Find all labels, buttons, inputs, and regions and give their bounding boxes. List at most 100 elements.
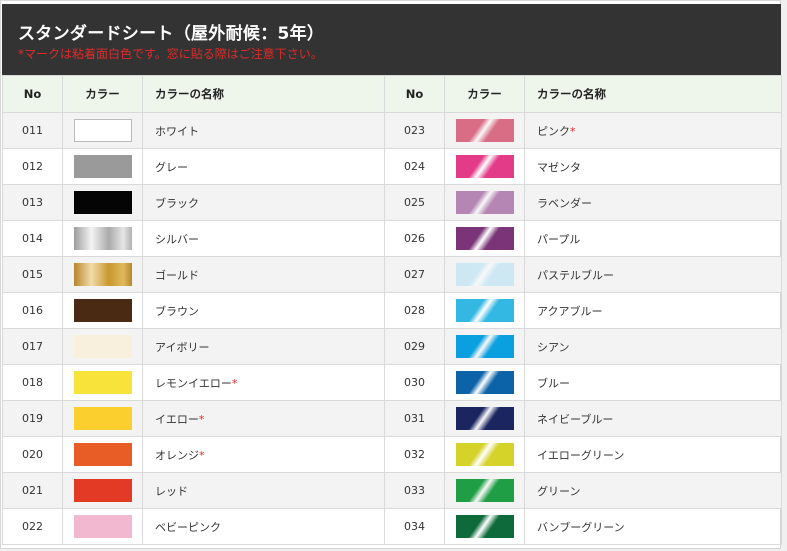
color-swatch-cell xyxy=(444,292,525,329)
color-name: バンブーグリーン xyxy=(537,520,625,534)
color-swatch-cell xyxy=(444,184,525,221)
color-swatch-cell xyxy=(444,364,525,401)
color-number: 019 xyxy=(2,400,63,437)
table-row: 013 ブラック 025 ラベンダー xyxy=(2,184,782,221)
color-name-cell: シルバー xyxy=(142,220,385,257)
color-name: マゼンタ xyxy=(537,160,581,174)
color-number: 030 xyxy=(384,364,445,401)
color-name: ブラック xyxy=(155,196,199,210)
color-table: No カラー カラーの名称 No カラー カラーの名称 011 ホワイト 023 ピン… xyxy=(2,75,782,545)
color-number: 018 xyxy=(2,364,63,401)
color-name-cell: ラベンダー xyxy=(524,184,782,221)
color-number: 020 xyxy=(2,436,63,473)
color-swatch xyxy=(73,515,132,538)
color-name-cell: パステルブルー xyxy=(524,256,782,293)
color-swatch-cell xyxy=(62,400,143,437)
color-name-cell: レモンイエロー* xyxy=(142,364,385,401)
header-color-left: カラー xyxy=(62,75,143,113)
white-adhesive-mark: * xyxy=(198,412,205,426)
color-name-cell: マゼンタ xyxy=(524,148,782,185)
color-name-cell: ベビーピンク xyxy=(142,508,385,545)
table-row: 011 ホワイト 023 ピンク* xyxy=(2,112,782,149)
color-name: ベビーピンク xyxy=(155,520,221,534)
adhesive-note: *マークは粘着面白色です。窓に貼る際はご注意下さい。 xyxy=(18,47,323,61)
color-swatch xyxy=(73,407,132,430)
color-swatch-cell xyxy=(444,256,525,293)
table-row: 021 レッド 033 グリーン xyxy=(2,472,782,509)
color-number: 016 xyxy=(2,292,63,329)
color-swatch xyxy=(455,191,514,214)
color-name: ホワイト xyxy=(155,124,199,138)
color-name: レモンイエロー xyxy=(155,376,232,390)
color-number: 025 xyxy=(384,184,445,221)
color-name: イエロー xyxy=(155,412,199,426)
color-swatch-cell xyxy=(62,184,143,221)
header-bar: スタンダードシート（屋外耐候：5年） *マークは粘着面白色です。窓に貼る際はご注… xyxy=(2,4,781,75)
color-name-cell: ブラック xyxy=(142,184,385,221)
color-swatch xyxy=(73,119,132,142)
color-swatch-cell xyxy=(62,328,143,365)
color-number: 024 xyxy=(384,148,445,185)
color-name-cell: ネイビーブルー xyxy=(524,400,782,437)
color-number: 013 xyxy=(2,184,63,221)
color-name: アイボリー xyxy=(155,340,210,354)
color-name-cell: パープル xyxy=(524,220,782,257)
color-swatch xyxy=(455,335,514,358)
color-swatch-cell xyxy=(444,400,525,437)
color-name-cell: バンブーグリーン xyxy=(524,508,782,545)
color-number: 022 xyxy=(2,508,63,545)
color-number: 029 xyxy=(384,328,445,365)
color-number: 028 xyxy=(384,292,445,329)
table-row: 018 レモンイエロー* 030 ブルー xyxy=(2,364,782,401)
table-row: 016 ブラウン 028 アクアブルー xyxy=(2,292,782,329)
color-name: ネイビーブルー xyxy=(537,412,614,426)
color-name-cell: アクアブルー xyxy=(524,292,782,329)
color-swatch xyxy=(73,155,132,178)
color-number: 033 xyxy=(384,472,445,509)
color-swatch xyxy=(455,371,514,394)
color-number: 014 xyxy=(2,220,63,257)
color-name-cell: レッド xyxy=(142,472,385,509)
color-number: 012 xyxy=(2,148,63,185)
table-row: 012 グレー 024 マゼンタ xyxy=(2,148,782,185)
color-name: シアン xyxy=(537,340,570,354)
color-name-cell: アイボリー xyxy=(142,328,385,365)
color-swatch xyxy=(455,227,514,250)
color-name: パステルブルー xyxy=(537,268,614,282)
table-header-row: No カラー カラーの名称 No カラー カラーの名称 xyxy=(2,75,782,113)
color-number: 011 xyxy=(2,112,63,149)
color-swatch-cell xyxy=(444,436,525,473)
color-swatch xyxy=(455,119,514,142)
color-list-panel: スタンダードシート（屋外耐候：5年） *マークは粘着面白色です。窓に貼る際はご注… xyxy=(0,0,782,549)
color-number: 023 xyxy=(384,112,445,149)
color-swatch-cell xyxy=(62,256,143,293)
table-row: 019 イエロー* 031 ネイビーブルー xyxy=(2,400,782,437)
color-name: ゴールド xyxy=(155,268,199,282)
color-swatch xyxy=(73,227,132,250)
header-color-right: カラー xyxy=(444,75,525,113)
color-number: 031 xyxy=(384,400,445,437)
color-name: シルバー xyxy=(155,232,199,246)
color-number: 034 xyxy=(384,508,445,545)
color-swatch-cell xyxy=(62,508,143,545)
color-number: 021 xyxy=(2,472,63,509)
header-no-right: No xyxy=(384,75,445,113)
color-name-cell: オレンジ* xyxy=(142,436,385,473)
header-name-right: カラーの名称 xyxy=(524,75,782,113)
color-swatch xyxy=(73,335,132,358)
color-swatch-cell xyxy=(62,220,143,257)
color-swatch xyxy=(73,299,132,322)
table-row: 015 ゴールド 027 パステルブルー xyxy=(2,256,782,293)
color-swatch-cell xyxy=(62,472,143,509)
color-name: パープル xyxy=(537,232,581,246)
color-name-cell: グレー xyxy=(142,148,385,185)
color-swatch-cell xyxy=(62,436,143,473)
table-body: 011 ホワイト 023 ピンク * 012 グレー 024 マゼンタ 013 ブラック 025 ラベン… xyxy=(2,112,782,545)
color-name-cell: ブルー xyxy=(524,364,782,401)
color-swatch-cell xyxy=(62,148,143,185)
color-name: ピンク xyxy=(537,124,570,138)
color-swatch-cell xyxy=(62,112,143,149)
white-adhesive-mark: * xyxy=(231,376,238,390)
color-swatch xyxy=(455,263,514,286)
color-swatch xyxy=(73,191,132,214)
